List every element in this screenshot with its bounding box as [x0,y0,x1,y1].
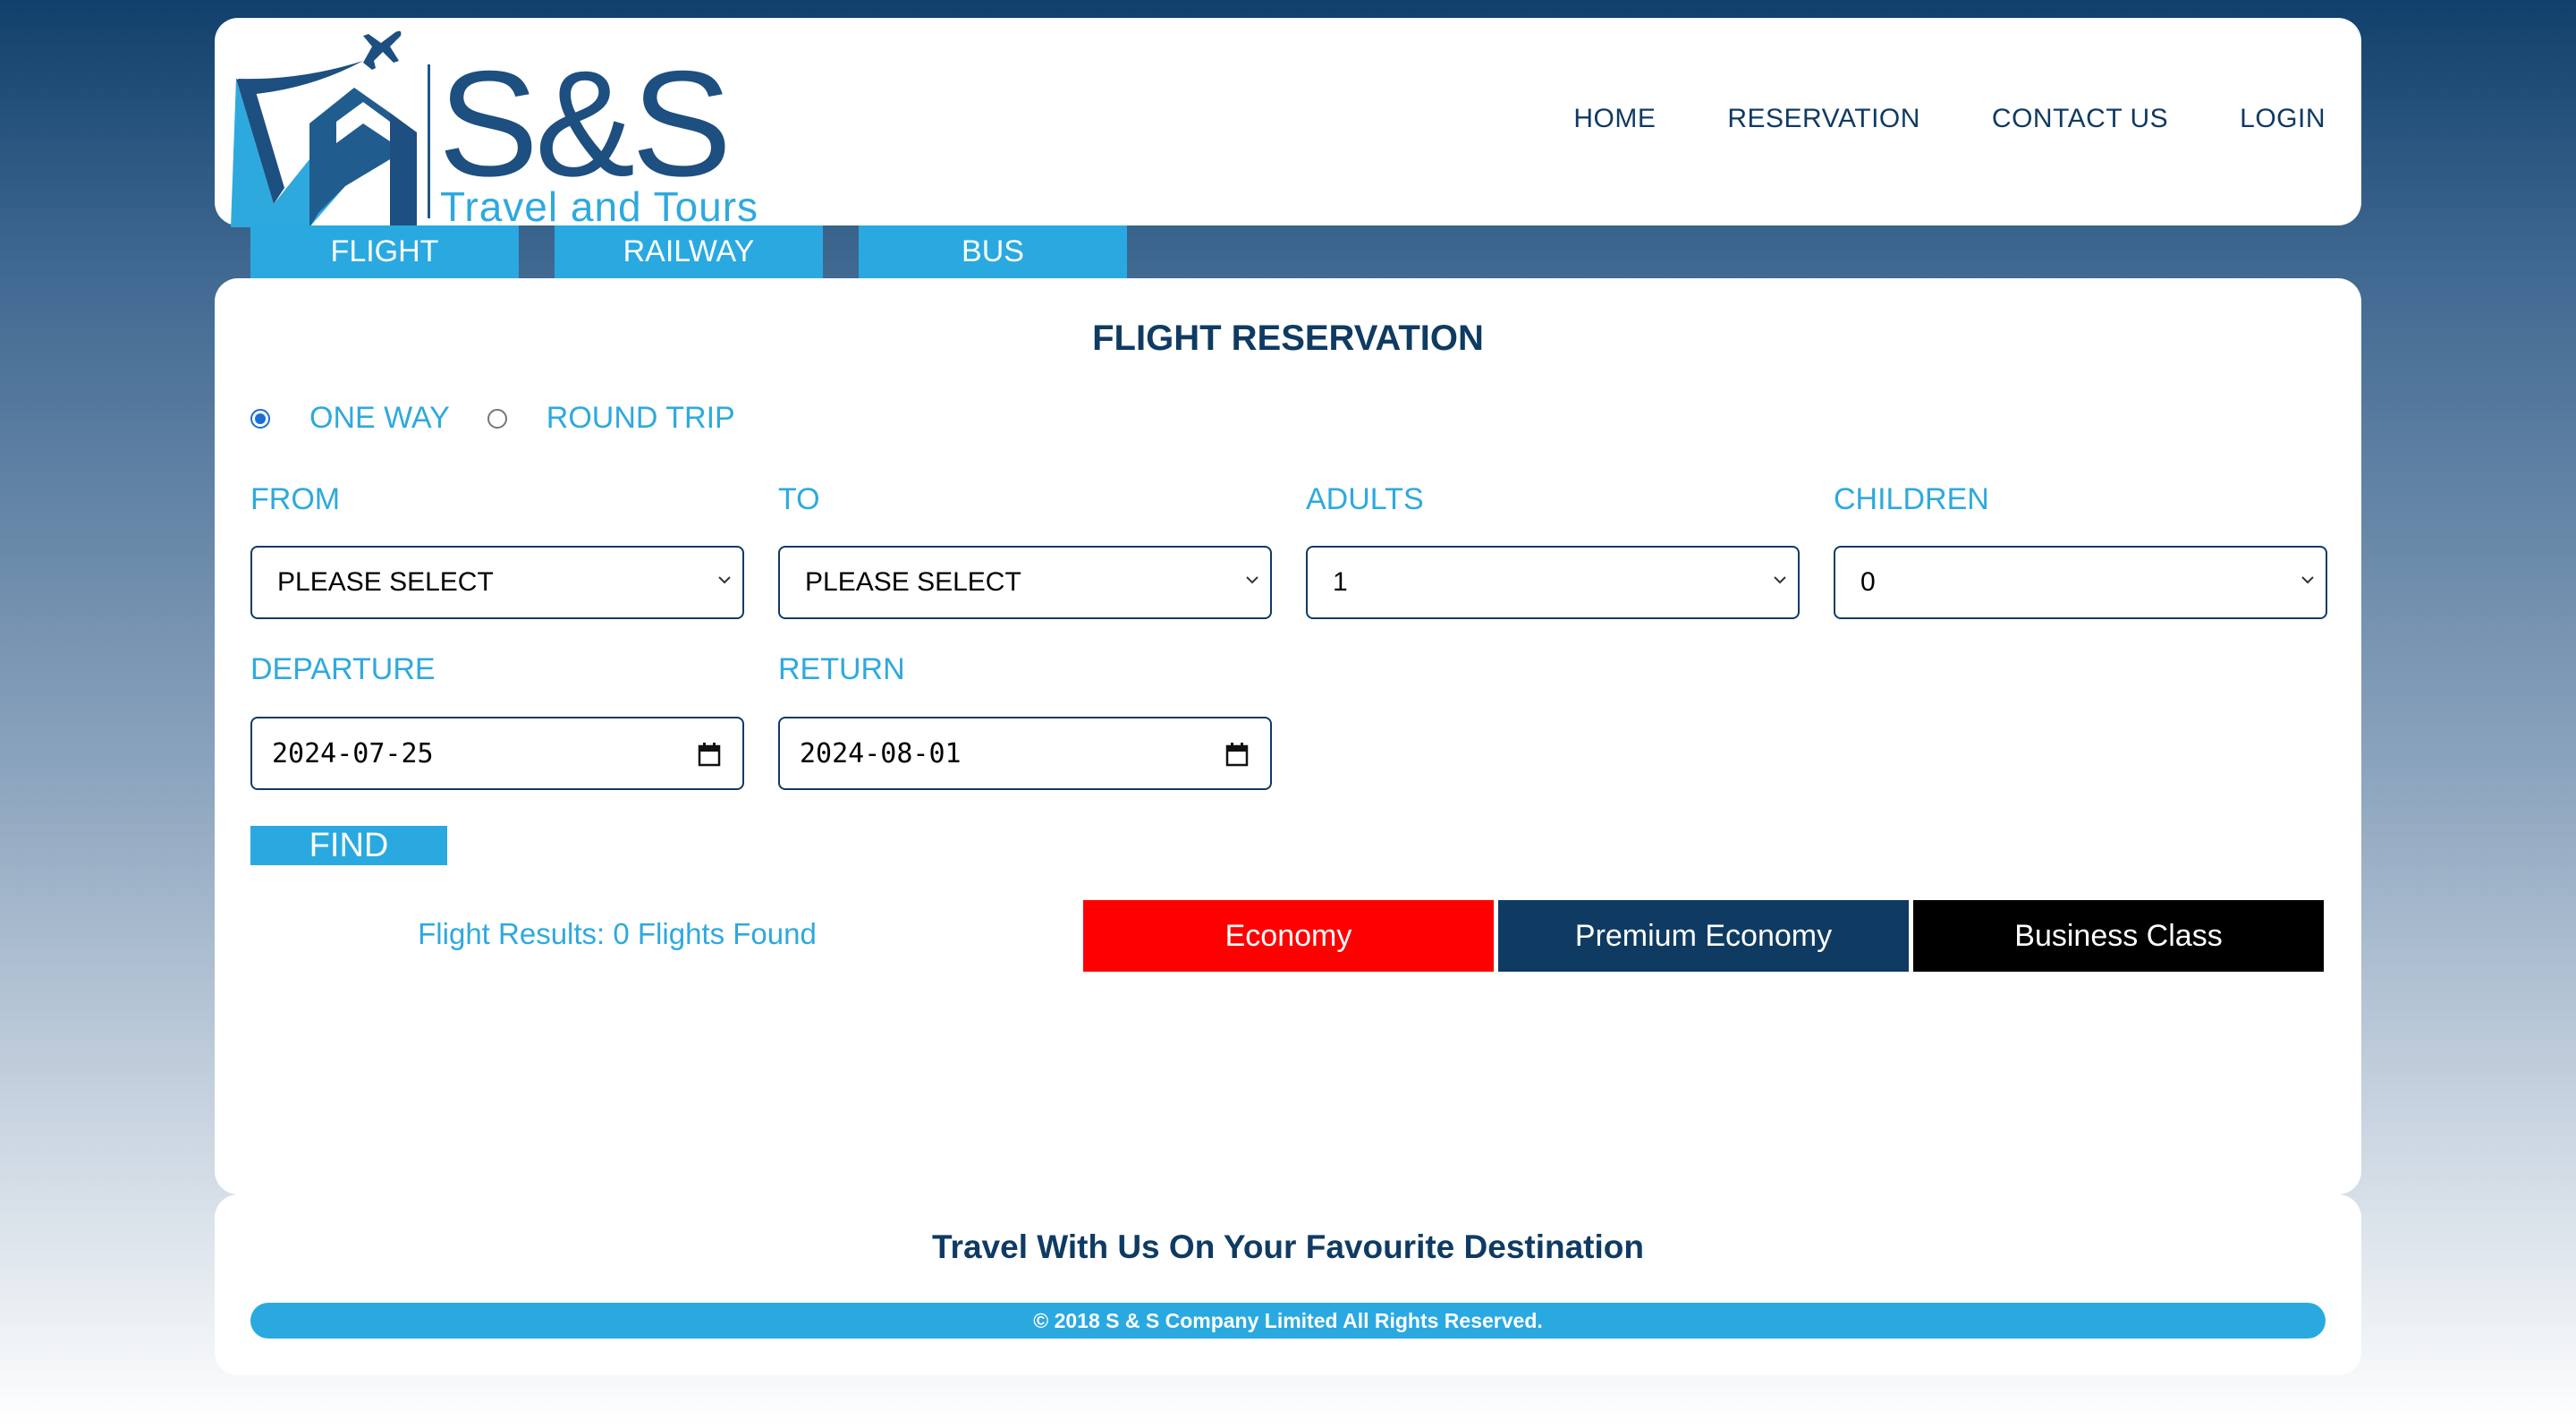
departure-date-input[interactable]: 2024-07-25 [250,717,744,790]
adults-label: ADULTS [1306,482,1424,516]
one-way-radio[interactable] [250,408,270,429]
departure-date-value: 2024-07-25 [272,738,434,769]
brand-subtitle: Travel and Tours [440,183,759,230]
trip-type-group: ONE WAY ROUND TRIP [250,401,773,436]
brand-title: S&S [438,39,732,208]
premium-economy-button[interactable]: Premium Economy [1498,900,1909,972]
adults-select-value: 1 [1333,567,1348,597]
plane-logo-icon [231,30,417,227]
to-select-value: PLEASE SELECT [805,567,1021,597]
children-select-value: 0 [1860,567,1876,597]
return-label: RETURN [778,652,905,686]
page-title: FLIGHT RESERVATION [1092,319,1484,358]
business-class-button[interactable]: Business Class [1913,900,2324,972]
calendar-icon[interactable] [698,742,721,767]
departure-label: DEPARTURE [250,652,436,686]
flight-results-count: Flight Results: 0 Flights Found [418,917,817,950]
children-label: CHILDREN [1834,482,1989,516]
nav-login[interactable]: LOGIN [2240,104,2326,134]
to-select[interactable]: PLEASE SELECT [778,546,1272,619]
from-label: FROM [250,482,341,516]
round-trip-label[interactable]: ROUND TRIP [547,401,735,436]
chevron-down-icon [718,576,731,584]
to-label: TO [778,482,820,516]
tab-railway[interactable]: RAILWAY [555,225,823,278]
main-nav: HOME RESERVATION CONTACT US LOGIN [1573,104,2326,134]
logo-divider [428,64,430,218]
one-way-label[interactable]: ONE WAY [309,401,450,436]
nav-reservation[interactable]: RESERVATION [1727,104,1920,134]
header: S&S Travel and Tours HOME RESERVATION CO… [215,18,2361,230]
booking-tabs: FLIGHT RAILWAY BUS [250,225,1127,278]
reservation-panel: FLIGHT RESERVATION ONE WAY ROUND TRIP FR… [215,278,2361,1194]
from-select[interactable]: PLEASE SELECT [250,546,744,619]
footer: Travel With Us On Your Favourite Destina… [215,1194,2361,1375]
adults-select[interactable]: 1 [1306,546,1800,619]
tab-bus[interactable]: BUS [859,225,1127,278]
tab-flight[interactable]: FLIGHT [250,225,519,278]
return-date-value: 2024-08-01 [800,738,962,769]
footer-tagline: Travel With Us On Your Favourite Destina… [932,1228,1644,1265]
return-date-input[interactable]: 2024-08-01 [778,717,1272,790]
brand-logo[interactable]: S&S Travel and Tours [229,25,784,230]
find-button[interactable]: FIND [250,826,447,865]
round-trip-radio[interactable] [487,408,507,429]
copyright-bar: © 2018 S & S Company Limited All Rights … [250,1303,2326,1339]
calendar-icon[interactable] [1225,742,1249,767]
chevron-down-icon [1246,576,1258,584]
chevron-down-icon [2301,576,2314,584]
children-select[interactable]: 0 [1834,546,2327,619]
from-select-value: PLEASE SELECT [277,567,494,597]
chevron-down-icon [1774,576,1786,584]
economy-button[interactable]: Economy [1083,900,1494,972]
nav-contact-us[interactable]: CONTACT US [1992,104,2168,134]
nav-home[interactable]: HOME [1573,104,1656,134]
